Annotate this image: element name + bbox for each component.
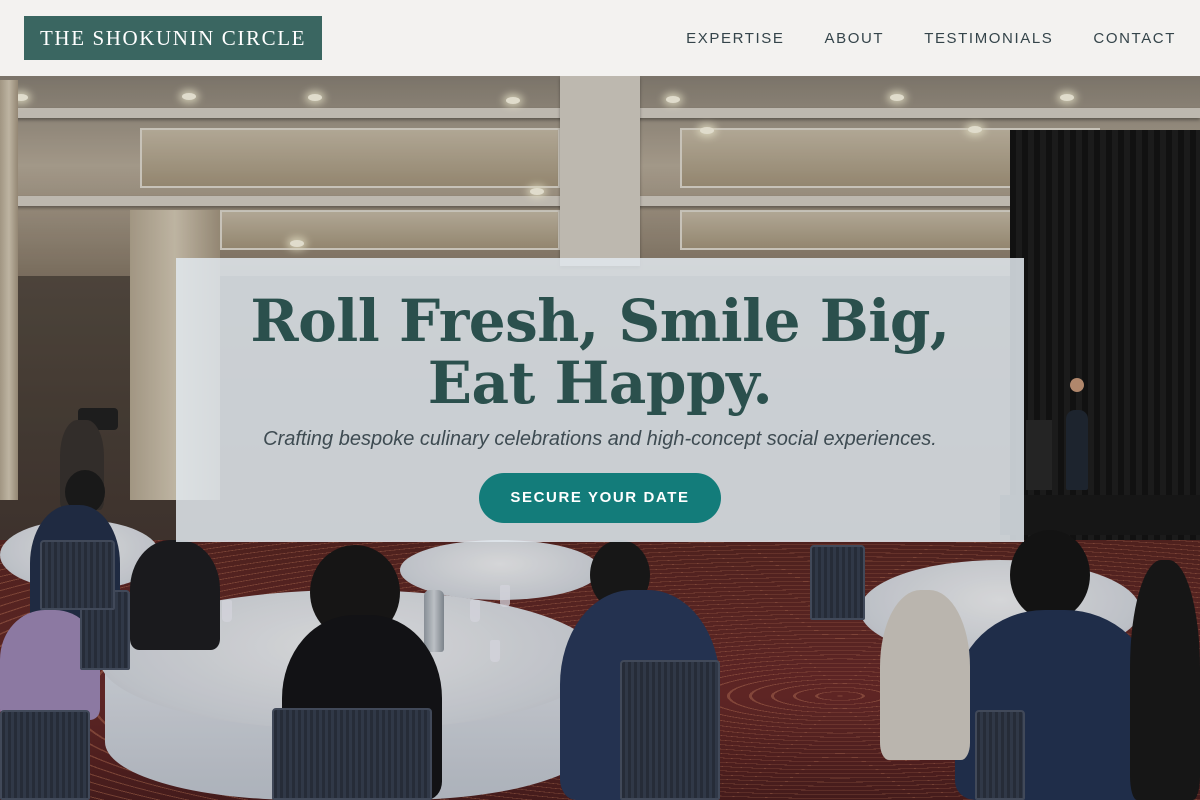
nav-link-about[interactable]: ABOUT: [825, 30, 885, 47]
nav-link-testimonials[interactable]: TESTIMONIALS: [924, 30, 1053, 47]
brand-logo[interactable]: THE SHOKUNIN CIRCLE: [24, 16, 323, 60]
nav-link-expertise[interactable]: EXPERTISE: [686, 30, 784, 47]
nav-link-contact[interactable]: CONTACT: [1093, 30, 1176, 47]
main-nav: EXPERTISE ABOUT TESTIMONIALS CONTACT: [646, 30, 1176, 47]
hero-title: Roll Fresh, Smile Big, Eat Happy.: [250, 287, 950, 417]
secure-your-date-button[interactable]: SECURE YOUR DATE: [479, 473, 721, 523]
hero-subtitle: Crafting bespoke culinary celebrations a…: [263, 428, 937, 450]
site-header: THE SHOKUNIN CIRCLE EXPERTISE ABOUT TEST…: [0, 0, 1200, 76]
hero-card: Roll Fresh, Smile Big, Eat Happy. Crafti…: [176, 258, 1024, 542]
